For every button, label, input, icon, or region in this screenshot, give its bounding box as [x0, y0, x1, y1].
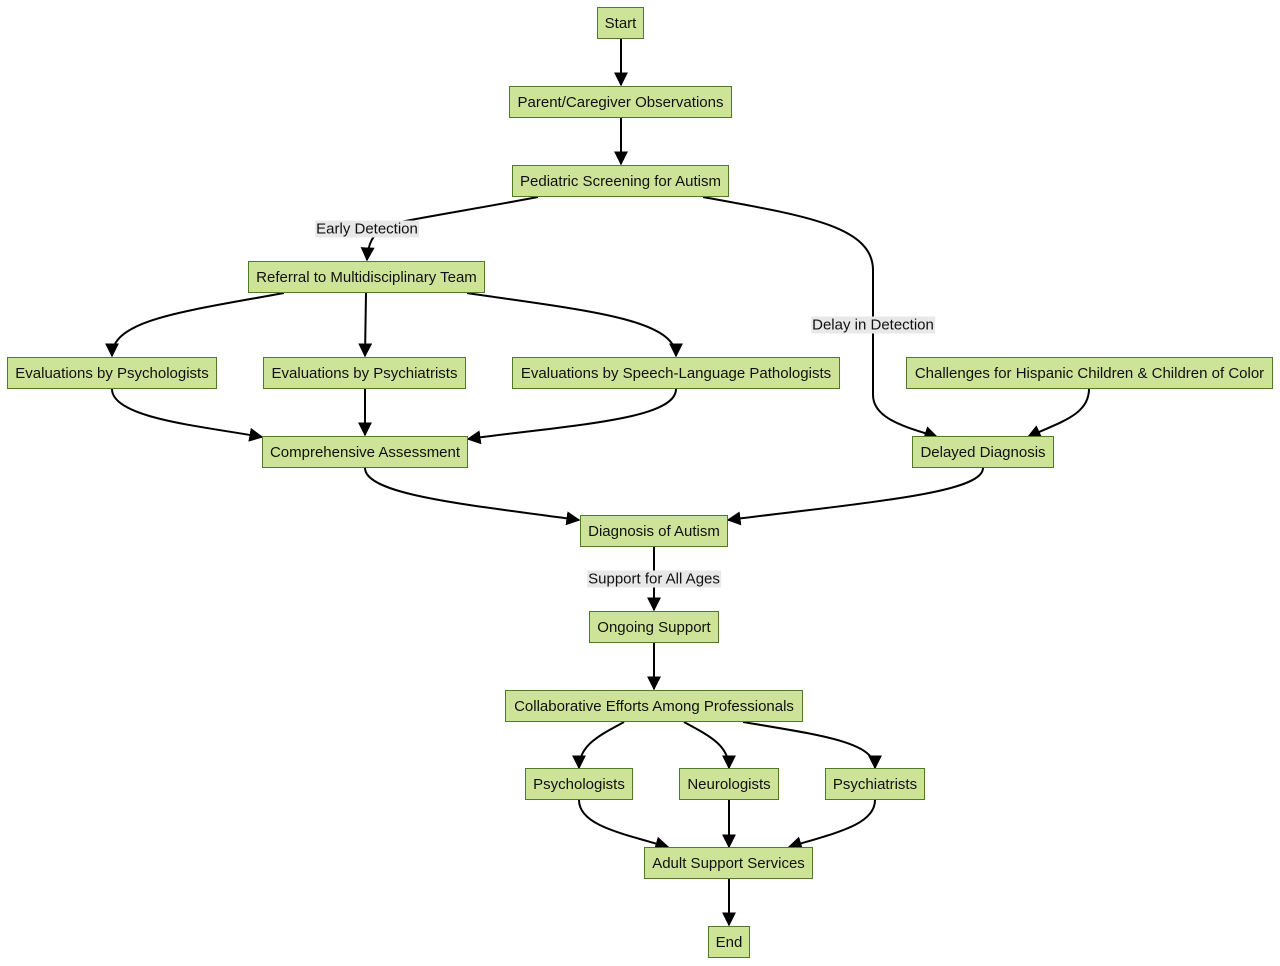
node-label: Psychologists: [533, 775, 625, 793]
node-label: Collaborative Efforts Among Professional…: [514, 697, 794, 715]
node-label: Evaluations by Speech-Language Pathologi…: [520, 364, 832, 382]
edge-psychologists-adult: [578, 799, 670, 851]
node-label: Referral to Multidisciplinary Team: [256, 268, 477, 286]
node-label: Pediatric Screening for Autism: [520, 172, 721, 190]
edge-collaborative-neurologists: [683, 721, 736, 770]
node-label: Adult Support Services: [652, 854, 805, 872]
edge-comprehensive-diagnosis: [364, 467, 581, 526]
node-diagnosis: Diagnosis of Autism: [580, 515, 728, 547]
node-label: Evaluations by Psychologists: [15, 364, 209, 382]
node-observations: Parent/Caregiver Observations: [509, 86, 732, 118]
node-eval-slp: Evaluations by Speech-Language Pathologi…: [512, 357, 840, 389]
edge-referral-evalslp: [466, 292, 683, 358]
edge-challenges-delayed: [1026, 388, 1090, 438]
node-eval-psychologists: Evaluations by Psychologists: [7, 357, 217, 389]
node-end: End: [708, 926, 750, 958]
edge-collaborative-psychiatrists: [742, 721, 882, 770]
edges-layer: [105, 39, 1090, 927]
node-neurologists: Neurologists: [679, 768, 779, 800]
edge-collaborative-psychologists: [572, 721, 625, 770]
node-psychologists: Psychologists: [525, 768, 633, 800]
node-label: Evaluations by Psychiatrists: [271, 364, 458, 382]
edge-delayed-diagnosis: [726, 467, 984, 526]
edge-label-support-all-ages: Support for All Ages: [587, 570, 721, 588]
node-comprehensive: Comprehensive Assessment: [262, 436, 468, 468]
node-label: Comprehensive Assessment: [269, 443, 461, 461]
node-label: Delayed Diagnosis: [920, 443, 1046, 461]
edge-evalpsychologists-comprehensive: [111, 388, 264, 442]
edge-psychiatrists-adult: [787, 799, 876, 851]
edge-referral-evalpsychiatrists: [358, 292, 373, 358]
node-ongoing: Ongoing Support: [589, 611, 719, 643]
edge-evalslp-comprehensive: [466, 388, 677, 445]
node-psychiatrists: Psychiatrists: [825, 768, 925, 800]
node-label: Ongoing Support: [597, 618, 711, 636]
edge-referral-evalpsychologists: [105, 292, 285, 358]
edge-label-early-detection: Early Detection: [315, 220, 419, 238]
node-label: Parent/Caregiver Observations: [517, 93, 724, 111]
node-delayed: Delayed Diagnosis: [912, 436, 1054, 468]
node-adult: Adult Support Services: [644, 847, 813, 879]
edge-label-delay-in-detection: Delay in Detection: [811, 316, 935, 334]
node-label: End: [715, 933, 743, 951]
node-label: Psychiatrists: [832, 775, 918, 793]
node-collaborative: Collaborative Efforts Among Professional…: [505, 690, 803, 722]
node-start: Start: [597, 7, 644, 39]
node-referral: Referral to Multidisciplinary Team: [248, 261, 485, 293]
node-label: Neurologists: [687, 775, 771, 793]
node-label: Challenges for Hispanic Children & Child…: [914, 364, 1265, 382]
node-label: Diagnosis of Autism: [588, 522, 720, 540]
node-label: Start: [604, 14, 637, 32]
node-screening: Pediatric Screening for Autism: [512, 165, 729, 197]
node-eval-psychiatrists: Evaluations by Psychiatrists: [263, 357, 466, 389]
node-challenges: Challenges for Hispanic Children & Child…: [906, 357, 1273, 389]
